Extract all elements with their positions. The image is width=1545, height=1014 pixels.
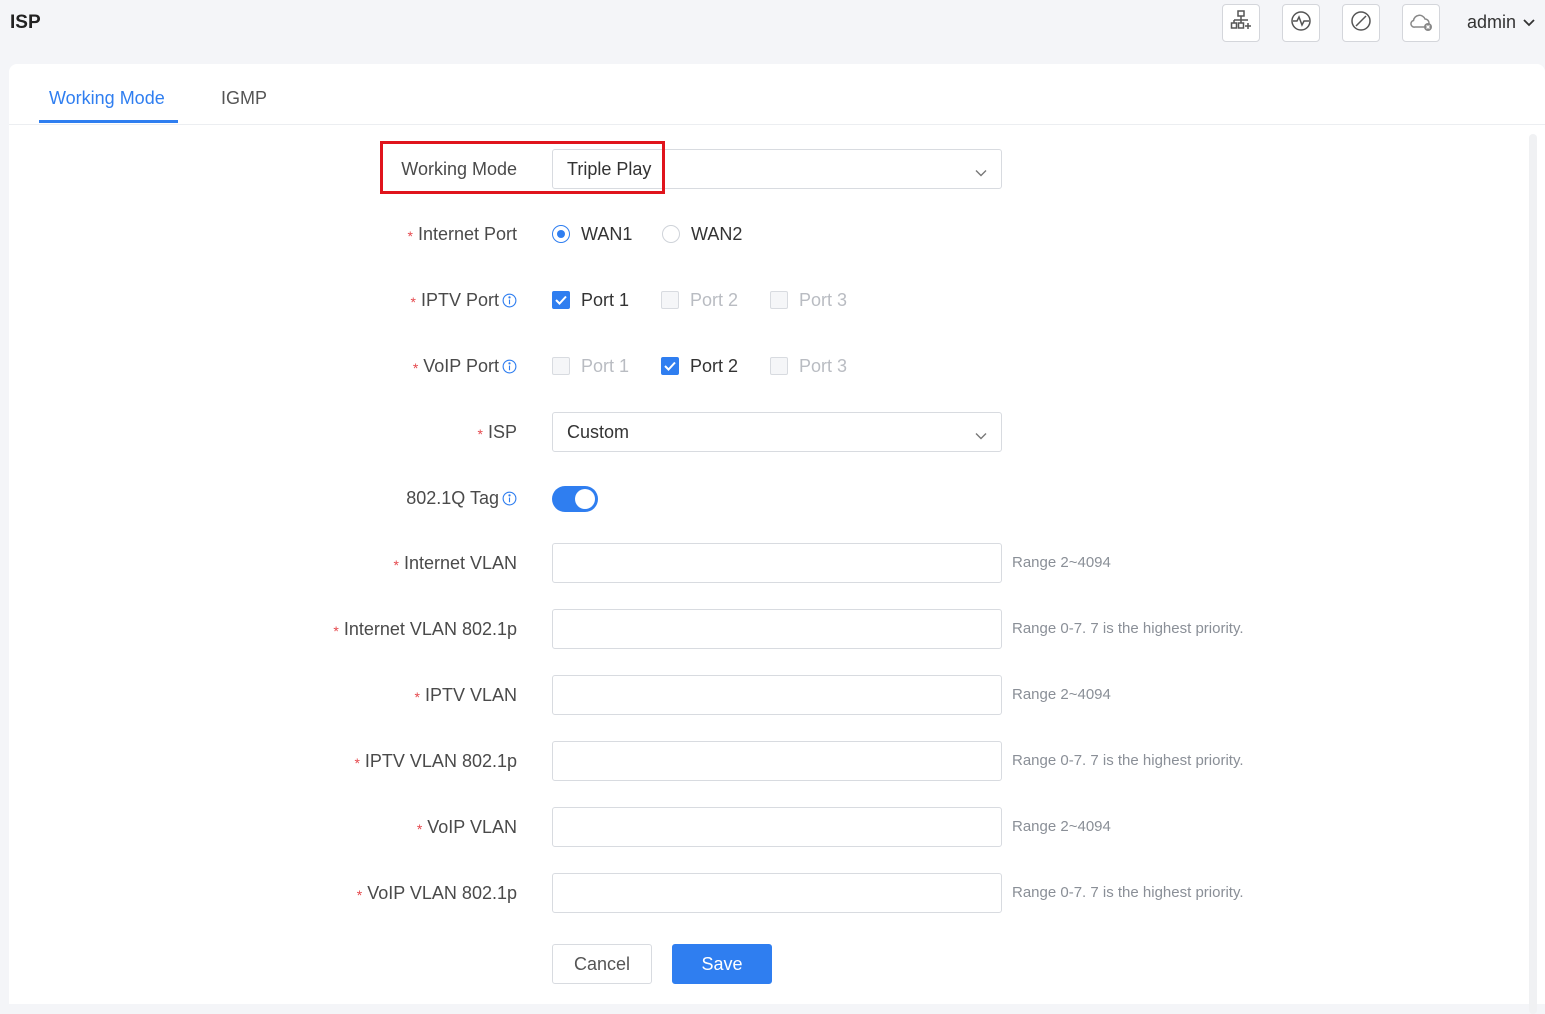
checkbox-disabled — [552, 357, 570, 375]
checkbox-disabled — [770, 357, 788, 375]
info-icon[interactable] — [502, 359, 517, 374]
cloud-button[interactable] — [1402, 4, 1440, 42]
user-name: admin — [1467, 12, 1517, 32]
tab-igmp[interactable]: IGMP — [221, 88, 267, 109]
topology-button[interactable] — [1222, 4, 1260, 42]
chevron-down-icon — [1522, 12, 1536, 33]
internet-vlan-hint: Range 2~4094 — [1012, 554, 1111, 571]
active-tab-indicator — [39, 120, 178, 123]
voip-vlan-label: * VoIP VLAN — [417, 807, 517, 847]
iptv-vlan-p-label: * IPTV VLAN 802.1p — [354, 741, 517, 781]
internet-vlan-p-hint: Range 0-7. 7 is the highest priority. — [1012, 620, 1244, 637]
checkbox-disabled — [661, 291, 679, 309]
iptv-vlan-p-hint: Range 0-7. 7 is the highest priority. — [1012, 752, 1244, 769]
voip-vlan-p-hint: Range 0-7. 7 is the highest priority. — [1012, 884, 1244, 901]
internet-vlan-p-input[interactable] — [552, 609, 1002, 649]
required-marker: * — [407, 228, 413, 244]
diagnostics-icon — [1289, 9, 1313, 38]
internet-vlan-row: * Internet VLAN Range 2~4094 — [9, 543, 1545, 583]
checkbox-checked[interactable] — [661, 357, 679, 375]
voip-port-2-checkbox[interactable]: Port 2 — [661, 346, 738, 386]
isp-row: * ISP Custom — [9, 412, 1545, 452]
page-title: ISP — [10, 12, 41, 33]
user-menu[interactable]: admin — [1467, 12, 1536, 33]
info-icon[interactable] — [502, 293, 517, 308]
internet-vlan-label: * Internet VLAN — [393, 543, 517, 583]
iptv-vlan-p-input[interactable] — [552, 741, 1002, 781]
save-button[interactable]: Save — [672, 944, 772, 984]
diagnostics-button[interactable] — [1282, 4, 1320, 42]
isp-select[interactable]: Custom — [552, 412, 1002, 452]
required-marker: * — [393, 557, 399, 573]
radio-wan1[interactable]: WAN1 — [552, 214, 632, 254]
required-marker: * — [333, 623, 339, 639]
iptv-port-label: * IPTV Port — [411, 280, 517, 320]
tag-8021q-row: 802.1Q Tag — [9, 478, 1545, 518]
tag-8021q-toggle[interactable] — [552, 486, 598, 512]
internet-port-row: * Internet Port WAN1 WAN2 — [9, 214, 1545, 254]
tag-8021q-label: 802.1Q Tag — [406, 478, 517, 518]
tab-bar: Working Mode IGMP — [9, 64, 1545, 125]
radio-wan2[interactable]: WAN2 — [662, 214, 742, 254]
info-icon[interactable] — [502, 491, 517, 506]
isp-value: Custom — [567, 422, 630, 442]
topology-icon — [1229, 9, 1253, 38]
radio-button[interactable] — [662, 225, 680, 243]
required-marker: * — [412, 360, 419, 376]
internet-port-label: * Internet Port — [407, 214, 517, 254]
required-marker: * — [354, 755, 360, 771]
internet-vlan-input[interactable] — [552, 543, 1002, 583]
checkbox-checked[interactable] — [552, 291, 570, 309]
voip-port-1-checkbox: Port 1 — [552, 346, 629, 386]
iptv-port-1-checkbox[interactable]: Port 1 — [552, 280, 629, 320]
disable-icon — [1349, 9, 1373, 38]
iptv-vlan-hint: Range 2~4094 — [1012, 686, 1111, 703]
checkbox-disabled — [770, 291, 788, 309]
required-marker: * — [416, 821, 423, 837]
iptv-vlan-input[interactable] — [552, 675, 1002, 715]
iptv-port-3-checkbox: Port 3 — [770, 280, 847, 320]
isp-label: * ISP — [478, 412, 517, 452]
internet-vlan-p-label: * Internet VLAN 802.1p — [333, 609, 517, 649]
voip-port-label: * VoIP Port — [413, 346, 517, 386]
iptv-port-row: * IPTV Port Port 1 Port 2 Port 3 — [9, 280, 1545, 320]
required-marker: * — [414, 689, 420, 705]
required-marker: * — [410, 294, 416, 310]
iptv-port-2-checkbox: Port 2 — [661, 280, 738, 320]
highlight-box — [380, 141, 665, 194]
working-mode-row: Working Mode Triple Play — [9, 149, 1545, 189]
iptv-vlan-p-row: * IPTV VLAN 802.1p Range 0-7. 7 is the h… — [9, 741, 1545, 781]
voip-vlan-p-label: * VoIP VLAN 802.1p — [357, 873, 517, 913]
disable-button[interactable] — [1342, 4, 1380, 42]
voip-vlan-row: * VoIP VLAN Range 2~4094 — [9, 807, 1545, 847]
chevron-down-icon — [975, 427, 987, 445]
radio-button-checked[interactable] — [552, 225, 570, 243]
chevron-down-icon — [975, 164, 987, 182]
voip-port-row: * VoIP Port Port 1 Port 2 Port 3 — [9, 346, 1545, 386]
voip-vlan-p-row: * VoIP VLAN 802.1p Range 0-7. 7 is the h… — [9, 873, 1545, 913]
top-bar: ISP admin — [0, 0, 1545, 56]
voip-vlan-hint: Range 2~4094 — [1012, 818, 1111, 835]
voip-vlan-p-input[interactable] — [552, 873, 1002, 913]
voip-vlan-input[interactable] — [552, 807, 1002, 847]
internet-vlan-p-row: * Internet VLAN 802.1p Range 0-7. 7 is t… — [9, 609, 1545, 649]
cancel-button[interactable]: Cancel — [552, 944, 652, 984]
voip-port-3-checkbox: Port 3 — [770, 346, 847, 386]
cloud-offline-icon — [1408, 9, 1434, 38]
iptv-vlan-row: * IPTV VLAN Range 2~4094 — [9, 675, 1545, 715]
required-marker: * — [477, 426, 483, 442]
content-card: Working Mode IGMP Working Mode Triple Pl… — [9, 64, 1545, 1014]
required-marker: * — [356, 887, 363, 903]
iptv-vlan-label: * IPTV VLAN — [415, 675, 517, 715]
tab-working-mode[interactable]: Working Mode — [49, 88, 165, 109]
